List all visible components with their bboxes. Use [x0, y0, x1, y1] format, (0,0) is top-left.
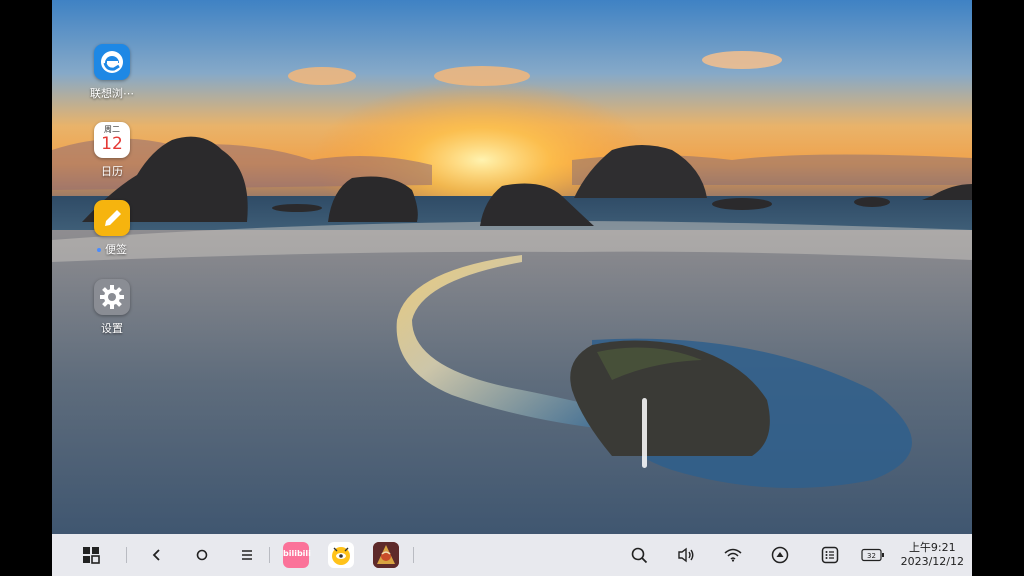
volume-button[interactable]	[675, 534, 697, 576]
notifications-icon	[821, 546, 839, 564]
game-app-icon	[373, 542, 399, 568]
wifi-icon	[724, 548, 742, 562]
drag-handle[interactable]	[642, 398, 647, 468]
calendar-app-label: 日历	[101, 165, 123, 178]
calendar-app[interactable]: 周二 12 日历	[77, 122, 147, 179]
menu-icon	[242, 550, 252, 560]
browser-app-label: 联想浏⋯	[90, 87, 134, 100]
back-button[interactable]	[146, 534, 168, 576]
bilibili-icon: bilibili	[283, 549, 311, 558]
wifi-button[interactable]	[722, 534, 744, 576]
calendar-icon: 周二 12	[94, 122, 130, 158]
video-app[interactable]	[328, 542, 354, 568]
clock-time: 上午9:21	[908, 541, 956, 554]
bilibili-app[interactable]: bilibili	[283, 542, 311, 568]
app-drawer-button[interactable]	[78, 534, 104, 576]
notifications-button[interactable]	[819, 534, 841, 576]
taskbar: bilibili 32 上午9:21 2023/12/12	[52, 534, 972, 576]
search-icon	[631, 547, 647, 563]
control-center-icon	[771, 546, 789, 564]
notes-app-label-text: 便签	[105, 243, 127, 256]
clock[interactable]: 上午9:21 2023/12/12	[901, 541, 964, 569]
browser-app[interactable]: 联想浏⋯	[77, 44, 147, 101]
search-button[interactable]	[628, 534, 650, 576]
clock-date: 2023/12/12	[900, 555, 964, 568]
video-app-icon	[332, 547, 350, 565]
browser-icon	[94, 44, 130, 80]
control-center-button[interactable]	[769, 534, 791, 576]
desktop-screen: 联想浏⋯ 周二 12 日历 便签 设置 bilibili 32 上午9:21 2…	[52, 0, 972, 576]
app-drawer-icon	[83, 547, 100, 564]
volume-icon	[678, 547, 694, 563]
battery-icon: 32	[861, 548, 884, 562]
battery-status[interactable]: 32	[860, 534, 886, 576]
battery-level: 32	[867, 552, 876, 560]
settings-icon	[94, 279, 130, 315]
home-button[interactable]	[191, 534, 213, 576]
home-icon	[196, 549, 208, 561]
notes-app[interactable]: 便签	[77, 200, 147, 257]
menu-button[interactable]	[236, 534, 258, 576]
back-icon	[152, 549, 160, 561]
settings-app[interactable]: 设置	[77, 279, 147, 336]
notes-app-label: 便签	[77, 241, 147, 257]
taskbar-divider	[413, 547, 414, 563]
wallpaper	[52, 0, 972, 536]
game-app[interactable]	[373, 542, 399, 568]
taskbar-divider	[126, 547, 127, 563]
taskbar-divider	[269, 547, 270, 563]
notes-icon	[94, 200, 130, 236]
settings-app-label: 设置	[101, 322, 123, 335]
calendar-day: 12	[101, 134, 123, 154]
running-indicator	[97, 248, 101, 252]
